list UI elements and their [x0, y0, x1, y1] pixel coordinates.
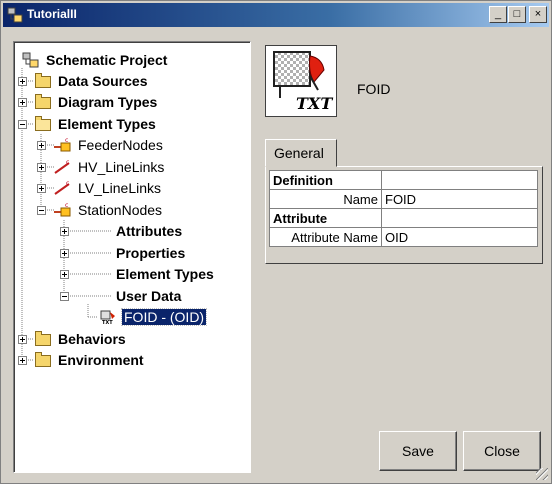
tree-node-station-nodes[interactable]: c StationNodes	[54, 200, 164, 220]
svg-text:TXT: TXT	[102, 320, 113, 325]
name-label: Name	[269, 189, 382, 209]
tree-label-diagram-types: Diagram Types	[58, 94, 158, 110]
project-tree[interactable]: Schematic Project Data Sources Diagram T…	[13, 41, 251, 473]
tree-label-user-data: User Data	[116, 288, 182, 304]
property-grid: Definition Name FOID Attribute Attribute…	[269, 170, 538, 247]
tree-node-hv-linelinks[interactable]: c HV_LineLinks	[54, 157, 166, 177]
tree-label-lv-linelinks: LV_LineLinks	[78, 180, 162, 196]
tree-label-attributes: Attributes	[116, 223, 183, 239]
close-window-button[interactable]: ×	[529, 6, 547, 23]
tree-label-behaviors: Behaviors	[58, 331, 126, 347]
definition-header-value	[381, 170, 538, 190]
title-bar[interactable]: TutorialII _ □ ×	[3, 3, 549, 27]
element-name-label: FOID	[357, 81, 391, 97]
node-type-icon: c	[54, 137, 72, 153]
folder-icon	[34, 94, 52, 110]
project-icon	[22, 52, 40, 68]
tree-node-element-types[interactable]: Element Types	[34, 114, 158, 134]
tree-node-diagram-types[interactable]: Diagram Types	[34, 92, 159, 112]
tutorial-window: TutorialII _ □ × Schematic Project Data …	[0, 0, 552, 484]
tree-label-root: Schematic Project	[46, 52, 168, 68]
expander-lv-linelinks[interactable]	[37, 184, 46, 193]
maximize-button[interactable]: □	[508, 6, 526, 23]
attribute-header: Attribute	[269, 208, 382, 228]
tree-label-foid-oid: FOID - (OID)	[120, 308, 208, 326]
close-button[interactable]: Close	[463, 431, 541, 471]
tree-node-environment[interactable]: Environment	[34, 350, 146, 370]
userdata-large-icon: TXT	[265, 45, 337, 117]
svg-text:c: c	[66, 180, 69, 187]
expander-user-data[interactable]	[60, 292, 69, 301]
grid-row-definition: Definition	[269, 170, 538, 190]
tree-node-element-types-child[interactable]: Element Types	[114, 264, 216, 284]
link-type-icon: c	[54, 180, 72, 196]
folder-icon	[34, 331, 52, 347]
resize-grip[interactable]	[536, 468, 548, 480]
tree-label-data-sources: Data Sources	[58, 73, 148, 89]
grid-row-attribute-name[interactable]: Attribute Name OID	[269, 227, 538, 247]
expander-environment[interactable]	[18, 356, 27, 365]
text-userdata-icon: TXT	[100, 309, 118, 326]
tree-label-station-nodes: StationNodes	[78, 202, 163, 218]
icon-txt-label: TXT	[296, 94, 333, 113]
tree-node-attributes[interactable]: Attributes	[114, 221, 184, 241]
tree-node-lv-linelinks[interactable]: c LV_LineLinks	[54, 178, 163, 198]
node-type-icon: c	[54, 202, 72, 218]
expander-element-types-child[interactable]	[60, 270, 69, 279]
tree-node-foid-oid[interactable]: TXT FOID - (OID)	[100, 307, 208, 327]
tree-node-feeder-nodes[interactable]: c FeederNodes	[54, 135, 165, 155]
svg-text:c: c	[66, 159, 69, 166]
definition-header: Definition	[269, 170, 382, 190]
expander-behaviors[interactable]	[18, 335, 27, 344]
name-value-cell[interactable]: FOID	[381, 189, 538, 209]
save-button[interactable]: Save	[379, 431, 457, 471]
svg-text:c: c	[65, 202, 68, 209]
expander-hv-linelinks[interactable]	[37, 163, 46, 172]
app-icon	[7, 7, 23, 23]
tree-label-feeder-nodes: FeederNodes	[78, 137, 163, 153]
grid-row-attribute: Attribute	[269, 208, 538, 228]
expander-feeder-nodes[interactable]	[37, 141, 46, 150]
tree-label-element-types: Element Types	[58, 116, 156, 132]
tree-label-hv-linelinks: HV_LineLinks	[78, 159, 165, 175]
expander-attributes[interactable]	[60, 227, 69, 236]
tree-node-behaviors[interactable]: Behaviors	[34, 329, 128, 349]
folder-icon	[34, 73, 52, 89]
tree-label-environment: Environment	[58, 352, 144, 368]
tab-general-label: General	[274, 145, 324, 161]
tab-general[interactable]: General	[265, 139, 337, 167]
tree-node-properties[interactable]: Properties	[114, 243, 187, 263]
tree-label-properties: Properties	[116, 245, 186, 261]
expander-data-sources[interactable]	[18, 77, 27, 86]
tree-node-user-data[interactable]: User Data	[114, 286, 183, 306]
svg-text:c: c	[65, 137, 68, 144]
general-tab-panel: Definition Name FOID Attribute Attribute…	[265, 166, 543, 264]
expander-element-types[interactable]	[18, 120, 27, 129]
tree-node-data-sources[interactable]: Data Sources	[34, 71, 149, 91]
tree-label-element-types-child: Element Types	[116, 266, 214, 282]
link-type-icon: c	[54, 159, 72, 175]
open-folder-icon	[34, 116, 52, 132]
expander-properties[interactable]	[60, 249, 69, 258]
attribute-name-value-cell[interactable]: OID	[381, 227, 538, 247]
grid-row-name[interactable]: Name FOID	[269, 189, 538, 209]
folder-icon	[34, 352, 52, 368]
window-title: TutorialII	[27, 7, 77, 21]
minimize-button[interactable]: _	[489, 6, 507, 23]
attribute-header-value	[381, 208, 538, 228]
expander-station-nodes[interactable]	[37, 206, 46, 215]
expander-diagram-types[interactable]	[18, 98, 27, 107]
tree-node-root[interactable]: Schematic Project	[22, 50, 169, 70]
attribute-name-label: Attribute Name	[269, 227, 382, 247]
